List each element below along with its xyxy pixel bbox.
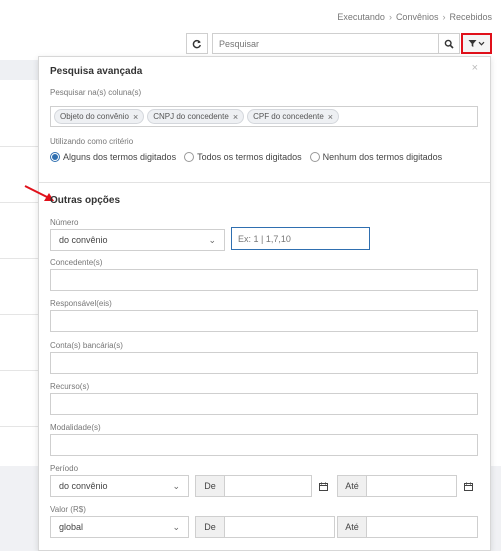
radio-unselected[interactable]: [184, 152, 195, 162]
table-header: [0, 60, 38, 80]
recurso-input[interactable]: [50, 393, 478, 415]
periodo-end-input[interactable]: [366, 475, 457, 497]
select-value: do convênio: [59, 235, 108, 245]
criteria-option-all[interactable]: Todos os termos digitados: [184, 152, 302, 162]
table-row-divider: [0, 314, 38, 315]
advanced-filter-button[interactable]: [461, 33, 492, 54]
numero-placeholder: Ex: 1 | 1,7,10: [238, 233, 291, 244]
periodo-label: Período: [50, 464, 79, 473]
refresh-button[interactable]: [186, 33, 208, 54]
column-tag: CPF do concedente ×: [247, 109, 340, 124]
column-tag: Objeto do convênio ×: [54, 109, 145, 124]
conta-label: Conta(s) bancária(s): [50, 341, 123, 350]
chevron-down-icon: ⌄: [172, 521, 180, 532]
table-row-divider: [0, 370, 38, 371]
table-row-divider: [0, 426, 38, 427]
criteria-option-none[interactable]: Nenhum dos termos digitados: [309, 152, 443, 162]
search-icon: [444, 39, 454, 49]
tag-remove-icon[interactable]: ×: [233, 112, 238, 122]
responsavel-label: Responsável(eis): [50, 299, 112, 308]
section-divider: [39, 182, 490, 183]
column-tag: CNPJ do concedente ×: [147, 109, 245, 124]
radio-label: Alguns dos termos digitados: [63, 152, 177, 162]
tag-label: Objeto do convênio: [60, 112, 129, 121]
numero-input[interactable]: Ex: 1 | 1,7,10: [231, 227, 370, 250]
breadcrumb-item: Recebidos: [449, 12, 492, 22]
select-value: global: [59, 522, 84, 532]
valor-max-input[interactable]: [366, 516, 478, 538]
radio-label: Nenhum dos termos digitados: [322, 152, 443, 162]
criteria-radio-group: Alguns dos termos digitados Todos os ter…: [50, 152, 442, 162]
tag-label: CNPJ do concedente: [153, 112, 229, 121]
chevron-right-icon: ›: [442, 12, 446, 22]
modalidade-label: Modalidade(s): [50, 423, 101, 432]
table-row-divider: [0, 258, 38, 259]
search-input[interactable]: [212, 33, 439, 54]
breadcrumb-item[interactable]: Executando: [337, 12, 385, 22]
concedente-label: Concedente(s): [50, 258, 103, 267]
periodo-type-select[interactable]: do convênio ⌄: [50, 475, 189, 497]
filter-icon: [468, 40, 477, 47]
breadcrumb-item[interactable]: Convênios: [396, 12, 439, 22]
section-title: Outras opções: [50, 195, 121, 206]
valor-min-input[interactable]: [224, 516, 335, 538]
de-addon: De: [195, 475, 225, 497]
columns-label: Pesquisar na(s) coluna(s): [50, 88, 142, 97]
calendar-icon[interactable]: [312, 475, 335, 497]
radio-label: Todos os termos digitados: [197, 152, 302, 162]
tag-remove-icon[interactable]: ×: [133, 112, 138, 122]
conta-input[interactable]: [50, 352, 478, 374]
table-row-divider: [0, 146, 38, 147]
panel-title: Pesquisa avançada: [50, 66, 143, 77]
search-button[interactable]: [439, 33, 460, 54]
responsavel-input[interactable]: [50, 310, 478, 332]
advanced-search-panel: Pesquisa avançada × Pesquisar na(s) colu…: [24, 56, 491, 551]
refresh-icon: [192, 39, 201, 48]
chevron-right-icon: ›: [388, 12, 392, 22]
periodo-start-input[interactable]: [224, 475, 312, 497]
tag-remove-icon[interactable]: ×: [328, 112, 333, 122]
valor-label: Valor (R$): [50, 505, 86, 514]
breadcrumb: Executando › Convênios › Recebidos: [337, 12, 492, 22]
concedente-input[interactable]: [50, 269, 478, 291]
calendar-icon[interactable]: [457, 475, 479, 497]
ate-addon: Até: [337, 516, 367, 538]
chevron-down-icon: ⌄: [172, 480, 180, 491]
radio-selected[interactable]: [50, 152, 60, 162]
de-addon: De: [195, 516, 225, 538]
columns-tag-input[interactable]: Objeto do convênio × CNPJ do concedente …: [50, 106, 478, 127]
criteria-label: Utilizando como critério: [50, 137, 134, 146]
modalidade-input[interactable]: [50, 434, 478, 456]
radio-unselected[interactable]: [309, 152, 320, 162]
search-toolbar: [186, 33, 492, 54]
criteria-option-some[interactable]: Alguns dos termos digitados: [50, 152, 176, 162]
numero-label: Número: [50, 218, 79, 227]
select-value: do convênio: [59, 481, 108, 491]
numero-type-select[interactable]: do convênio ⌄: [50, 229, 225, 251]
chevron-down-icon: [478, 41, 485, 46]
chevron-down-icon: ⌄: [208, 234, 216, 245]
tag-label: CPF do concedente: [253, 112, 324, 121]
valor-type-select[interactable]: global ⌄: [50, 516, 189, 538]
ate-addon: Até: [337, 475, 367, 497]
close-icon[interactable]: ×: [472, 62, 478, 74]
recurso-label: Recurso(s): [50, 382, 90, 391]
